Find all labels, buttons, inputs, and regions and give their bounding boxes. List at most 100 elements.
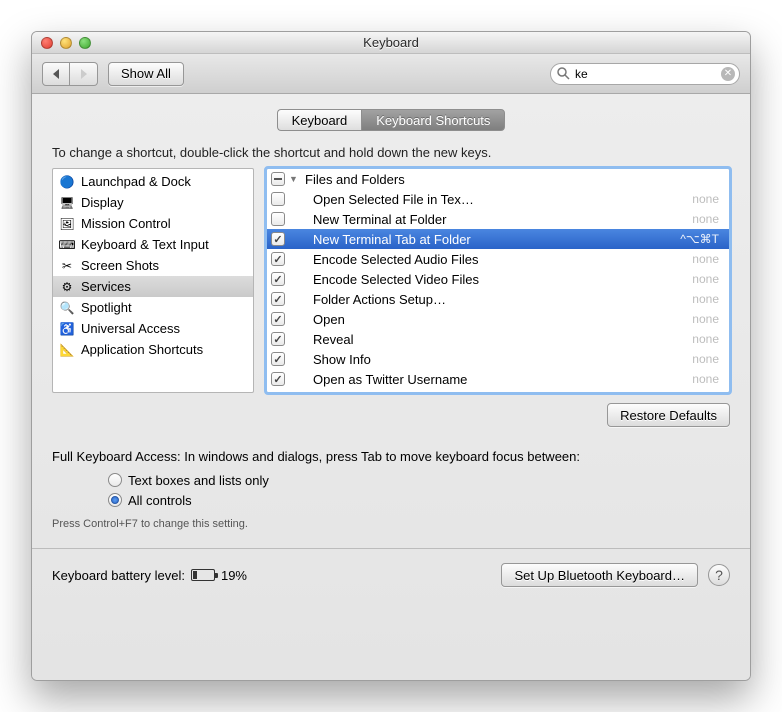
group-header[interactable]: ▼ Files and Folders	[267, 169, 729, 189]
category-icon: ✂	[59, 258, 75, 274]
group-label: Files and Folders	[305, 172, 405, 187]
shortcut-label: Folder Actions Setup…	[313, 292, 670, 307]
sidebar-item[interactable]: 🔍 Spotlight	[53, 297, 253, 318]
radio-icon	[108, 493, 122, 507]
shortcut-label: Open	[313, 312, 670, 327]
help-button[interactable]: ?	[708, 564, 730, 586]
sidebar-item[interactable]: 📐 Application Shortcuts	[53, 339, 253, 360]
category-sidebar[interactable]: 🔵 Launchpad & Dock 🖥 Display 🖼 Mission Contro…	[52, 168, 254, 393]
checkbox[interactable]	[271, 252, 285, 266]
sidebar-item[interactable]: ⚙ Services	[53, 276, 253, 297]
show-all-button[interactable]: Show All	[108, 62, 184, 86]
category-icon: 🔍	[59, 300, 75, 316]
battery-icon	[191, 569, 215, 581]
sidebar-item[interactable]: ♿Universal Access	[53, 318, 253, 339]
shortcut-label: Show Info	[313, 352, 670, 367]
tab-keyboard[interactable]: Keyboard	[277, 109, 362, 131]
shortcut-key[interactable]: none	[674, 272, 729, 286]
radio-all-controls[interactable]: All controls	[108, 490, 730, 510]
checkbox[interactable]	[271, 292, 285, 306]
checkbox[interactable]	[271, 192, 285, 206]
sidebar-item-label: Keyboard & Text Input	[81, 237, 209, 252]
toolbar: Show All ✕	[32, 54, 750, 94]
category-icon: ⌨	[59, 237, 75, 253]
shortcut-key[interactable]: none	[674, 312, 729, 326]
category-icon: 🔵	[59, 174, 75, 190]
shortcut-row[interactable]: Encode Selected Audio Files none	[267, 249, 729, 269]
tab-bar: Keyboard Keyboard Shortcuts	[52, 109, 730, 131]
shortcut-row[interactable]: Open none	[267, 309, 729, 329]
checkbox[interactable]	[271, 212, 285, 226]
shortcut-label: Encode Selected Video Files	[313, 272, 670, 287]
radio-label: Text boxes and lists only	[128, 473, 269, 488]
shortcut-key[interactable]: none	[674, 192, 729, 206]
shortcut-row[interactable]: New Terminal at Folder none	[267, 209, 729, 229]
shortcut-key[interactable]: none	[674, 352, 729, 366]
shortcut-key[interactable]: none	[674, 252, 729, 266]
sidebar-item-label: Services	[81, 279, 131, 294]
instructions-text: To change a shortcut, double-click the s…	[52, 145, 730, 160]
battery-percent: 19%	[221, 568, 247, 583]
sidebar-item-label: Launchpad & Dock	[81, 174, 191, 189]
checkbox[interactable]	[271, 372, 285, 386]
search-field[interactable]: ✕	[550, 63, 740, 85]
shortcut-row[interactable]: Open Selected File in Tex… none	[267, 189, 729, 209]
search-icon	[557, 67, 570, 80]
radio-label: All controls	[128, 493, 192, 508]
shortcut-row[interactable]: Open as Twitter Username none	[267, 369, 729, 389]
shortcut-label: Reveal	[313, 332, 670, 347]
shortcut-key[interactable]: none	[674, 292, 729, 306]
shortcut-label: Encode Selected Audio Files	[313, 252, 670, 267]
category-icon: 🖥	[59, 195, 75, 211]
radio-text-boxes-only[interactable]: Text boxes and lists only	[108, 470, 730, 490]
category-icon: 🖼	[59, 216, 75, 232]
search-input[interactable]	[550, 63, 740, 85]
category-icon: ⚙	[59, 279, 75, 295]
shortcut-key[interactable]: none	[674, 212, 729, 226]
keyboard-access-hint: Press Control+F7 to change this setting.	[52, 518, 730, 530]
shortcut-key[interactable]: none	[674, 372, 729, 386]
battery-label: Keyboard battery level:	[52, 568, 185, 583]
shortcut-key[interactable]: none	[674, 332, 729, 346]
restore-defaults-button[interactable]: Restore Defaults	[607, 403, 730, 427]
shortcut-row[interactable]: New Terminal Tab at Folder ^⌥⌘T	[267, 229, 729, 249]
shortcut-label: Open as Twitter Username	[313, 372, 670, 387]
checkbox[interactable]	[271, 312, 285, 326]
shortcut-key[interactable]: ^⌥⌘T	[674, 232, 729, 246]
shortcut-row[interactable]: Folder Actions Setup… none	[267, 289, 729, 309]
sidebar-item-label: Display	[81, 195, 124, 210]
sidebar-item-label: Spotlight	[81, 300, 132, 315]
sidebar-item[interactable]: 🖥 Display	[53, 192, 253, 213]
sidebar-item-label: Mission Control	[81, 216, 171, 231]
checkbox[interactable]	[271, 352, 285, 366]
sidebar-item[interactable]: ⌨ Keyboard & Text Input	[53, 234, 253, 255]
checkbox[interactable]	[271, 272, 285, 286]
checkbox[interactable]	[271, 332, 285, 346]
sidebar-item[interactable]: 🖼 Mission Control	[53, 213, 253, 234]
disclosure-triangle-icon[interactable]: ▼	[289, 174, 301, 184]
category-icon: 📐	[59, 342, 75, 358]
divider	[32, 548, 750, 549]
window-title: Keyboard	[32, 35, 750, 50]
full-keyboard-access-label: Full Keyboard Access: In windows and dia…	[52, 449, 730, 464]
shortcut-row[interactable]: Encode Selected Video Files none	[267, 269, 729, 289]
bluetooth-keyboard-button[interactable]: Set Up Bluetooth Keyboard…	[501, 563, 698, 587]
checkbox-mixed-icon[interactable]	[271, 172, 285, 186]
shortcut-list[interactable]: ▼ Files and Folders Open Selected File in …	[266, 168, 730, 393]
preferences-window: Keyboard Show All ✕ Keyboard Keyboard Sh…	[31, 31, 751, 681]
shortcut-label: New Terminal at Folder	[313, 212, 670, 227]
tab-keyboard-shortcuts[interactable]: Keyboard Shortcuts	[361, 109, 505, 131]
back-button[interactable]	[42, 62, 70, 86]
titlebar: Keyboard	[32, 32, 750, 54]
clear-search-icon[interactable]: ✕	[721, 67, 735, 81]
sidebar-item[interactable]: ✂Screen Shots	[53, 255, 253, 276]
radio-icon	[108, 473, 122, 487]
shortcut-label: Open Selected File in Tex…	[313, 192, 670, 207]
shortcut-row[interactable]: Reveal none	[267, 329, 729, 349]
shortcut-label: New Terminal Tab at Folder	[313, 232, 670, 247]
checkbox[interactable]	[271, 232, 285, 246]
sidebar-item[interactable]: 🔵 Launchpad & Dock	[53, 171, 253, 192]
shortcut-row[interactable]: Show Info none	[267, 349, 729, 369]
forward-button[interactable]	[70, 62, 98, 86]
sidebar-item-label: Application Shortcuts	[81, 342, 203, 357]
